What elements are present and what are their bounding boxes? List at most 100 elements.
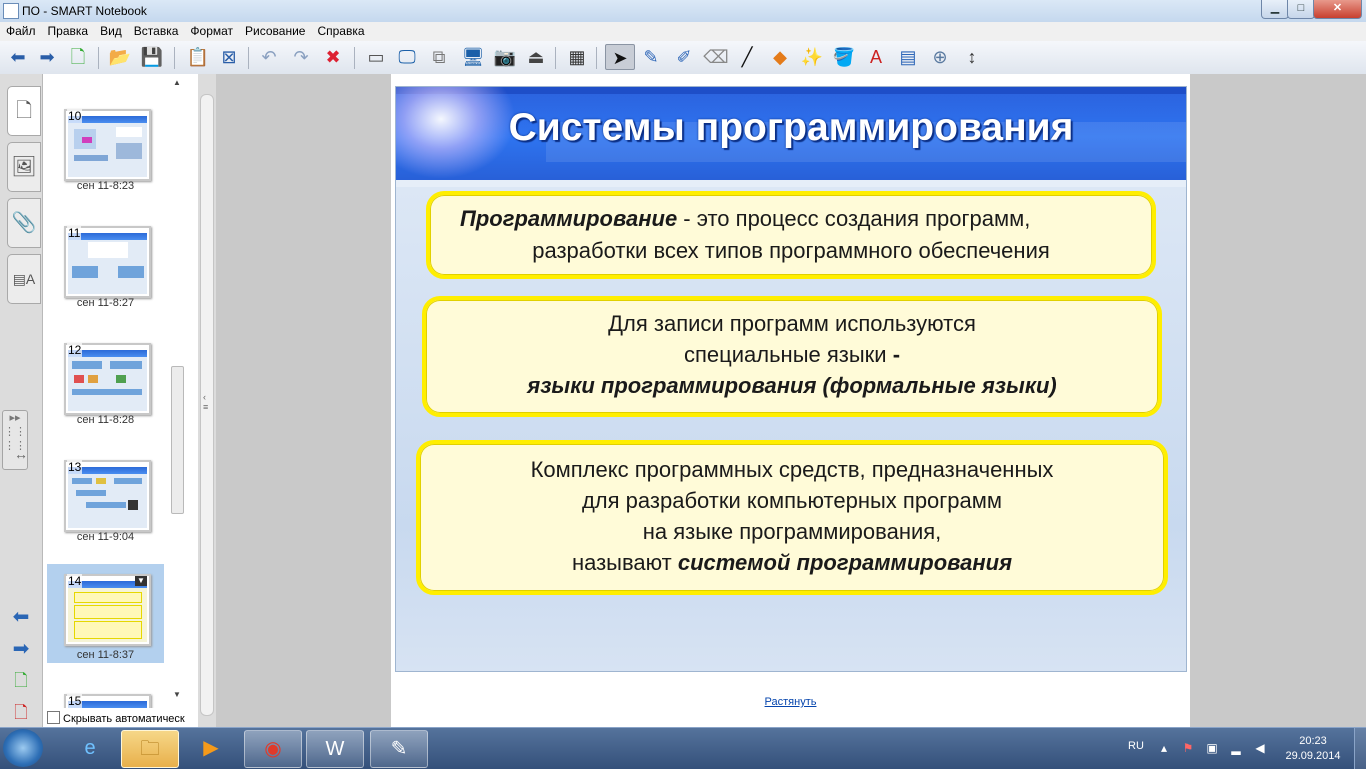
screen-shade-icon[interactable]: ▭ (362, 44, 390, 70)
page-sorter-scrollbar[interactable]: ▲ ▼ (170, 78, 184, 718)
page-number: 13 (67, 460, 83, 474)
menu-insert[interactable]: Вставка (128, 22, 185, 38)
languages-dash: - (892, 342, 901, 367)
screen-capture-icon[interactable]: 📷 (491, 44, 519, 70)
page-thumbnail-selected[interactable]: 14 ▼ сен 11-8:37 (47, 564, 164, 663)
language-indicator[interactable]: RU (1128, 740, 1144, 752)
definition-box-programming[interactable]: Программирование - это процесс создания … (426, 191, 1156, 279)
file-explorer-icon[interactable]: 🗀 (121, 730, 179, 768)
properties-icon[interactable]: ▤ (894, 44, 922, 70)
menu-file[interactable]: Файл (0, 22, 42, 38)
save-icon[interactable]: 💾 (138, 44, 166, 70)
forward-arrow-icon[interactable]: ➡ (33, 44, 61, 70)
page-caption: сен 11-8:37 (76, 649, 135, 661)
transparent-background-icon[interactable]: ⧉ (425, 44, 453, 70)
select-icon[interactable]: ➤ (605, 44, 635, 70)
slide: Системы программирования Программировани… (396, 87, 1186, 671)
add-page-side-icon[interactable]: 🗋 (7, 668, 35, 690)
menu-help[interactable]: Справка (311, 22, 370, 38)
properties-tab-icon[interactable]: ▤A (7, 254, 41, 304)
menu-draw[interactable]: Рисование (239, 22, 311, 38)
minimize-button[interactable]: ▁ (1261, 0, 1289, 19)
delete-page-side-icon[interactable]: 🗋 (7, 700, 35, 722)
page-menu-dropdown-icon[interactable]: ▼ (135, 576, 147, 586)
line-icon[interactable]: ╱ (733, 44, 761, 70)
move-toolbar-icon[interactable]: ↕ (958, 44, 986, 70)
shapes-icon[interactable]: ◆ (766, 44, 794, 70)
scroll-down-icon[interactable]: ▼ (170, 690, 184, 702)
dual-page-icon[interactable]: 🖥 (459, 44, 487, 70)
attachments-icon[interactable]: 📎 (7, 198, 41, 248)
chrome-icon[interactable]: ◉ (244, 730, 302, 768)
page-caption: сен 11-9:04 (76, 531, 135, 543)
redo-icon[interactable]: ↷ (287, 44, 315, 70)
menu-view[interactable]: Вид (94, 22, 128, 38)
delete-page-icon[interactable]: ⊠ (215, 44, 243, 70)
clock[interactable]: 20:23 29.09.2014 (1278, 734, 1348, 764)
resize-arrows-icon[interactable]: ↔ (7, 446, 35, 468)
autohide-label: Скрывать автоматическ (63, 713, 185, 725)
definition-box-languages[interactable]: Для записи программ используются специал… (422, 296, 1162, 417)
fill-icon[interactable]: 🪣 (830, 44, 858, 70)
pen-icon[interactable]: ✎ (637, 44, 665, 70)
creative-pen-icon[interactable]: ✐ (670, 44, 698, 70)
word-icon[interactable]: W (306, 730, 364, 768)
show-desktop-button[interactable] (1354, 728, 1366, 769)
add-page-icon[interactable]: 🗋 (64, 44, 92, 70)
magic-pen-icon[interactable]: ✨ (798, 44, 826, 70)
system-line2: для разработки компьютерных программ (581, 488, 1003, 513)
text-icon[interactable]: A (862, 44, 890, 70)
page-caption: сен 11-8:28 (76, 414, 135, 426)
back-arrow-icon[interactable]: ⬅ (4, 44, 32, 70)
panel-splitter[interactable]: ‹ ≡ (198, 74, 216, 727)
internet-explorer-icon[interactable]: e (62, 730, 118, 766)
paste-icon[interactable]: 📋 (184, 44, 212, 70)
device-icon[interactable]: ▣ (1204, 740, 1220, 756)
close-button[interactable]: ✕ (1313, 0, 1362, 19)
splitter-grip-icon[interactable]: ‹ ≡ (203, 392, 208, 412)
system-term: системой программирования (677, 550, 1013, 575)
start-button[interactable] (3, 729, 43, 767)
smart-notebook-icon[interactable]: ✎ (370, 730, 428, 768)
page-thumbnail[interactable]: 15 (47, 682, 164, 708)
stretch-link[interactable]: Растянуть (391, 696, 1190, 708)
eraser-icon[interactable]: ⌫ (702, 44, 730, 70)
languages-term: языки программирования (формальные языки… (527, 373, 1057, 398)
page-thumbnail[interactable]: 12 сен 11-8:28 (47, 338, 164, 442)
undo-icon[interactable]: ↶ (255, 44, 283, 70)
network-icon[interactable]: ▂ (1228, 740, 1244, 756)
menu-bar: Файл Правка Вид Вставка Формат Рисование Справ… (0, 22, 1366, 41)
previous-page-icon[interactable]: ⬅ (7, 604, 35, 628)
gallery-icon[interactable]: 🖼 (7, 142, 41, 192)
page-number: 15 (67, 694, 83, 708)
next-page-icon[interactable]: ➡ (7, 636, 35, 660)
scroll-up-icon[interactable]: ▲ (170, 78, 184, 90)
languages-line2: специальные языки (683, 342, 893, 367)
page-thumbnail[interactable]: 11 сен 11-8:27 (47, 221, 164, 325)
full-screen-icon[interactable]: 🖵 (393, 44, 421, 70)
notebook-page[interactable]: Системы программирования Программировани… (391, 74, 1190, 727)
app-icon (3, 3, 19, 19)
media-player-icon[interactable]: ▶ (183, 730, 239, 766)
checkbox-box[interactable] (47, 711, 60, 724)
menu-edit[interactable]: Правка (42, 22, 95, 38)
open-folder-icon[interactable]: 📂 (106, 44, 134, 70)
system-line4: называют (571, 550, 678, 575)
page-thumbnail[interactable]: 13 сен 11-9:04 (47, 455, 164, 559)
document-camera-icon[interactable]: ⏏ (522, 44, 550, 70)
page-sorter-icon[interactable]: 🗋 (7, 86, 41, 136)
definition-box-system[interactable]: Комплекс программных средств, предназнач… (416, 440, 1168, 595)
scroll-thumb[interactable] (171, 366, 184, 514)
autohide-checkbox[interactable]: Скрывать автоматическ (47, 711, 185, 725)
slide-title[interactable]: Системы программирования (396, 106, 1186, 150)
show-hidden-icons[interactable]: ▴ (1156, 740, 1172, 756)
measurement-tools-icon[interactable]: ⊕ (926, 44, 954, 70)
delete-icon[interactable]: ✖ (319, 44, 347, 70)
page-thumbnail[interactable]: 10 сен 11-8:23 (47, 104, 164, 208)
volume-icon[interactable]: ◀ (1252, 740, 1268, 756)
action-center-icon[interactable]: ⚑ (1180, 740, 1196, 756)
table-icon[interactable]: ▦ (563, 44, 591, 70)
page-number: 14 (67, 574, 83, 588)
menu-format[interactable]: Формат (184, 22, 239, 38)
maximize-button[interactable]: □ (1287, 0, 1315, 19)
